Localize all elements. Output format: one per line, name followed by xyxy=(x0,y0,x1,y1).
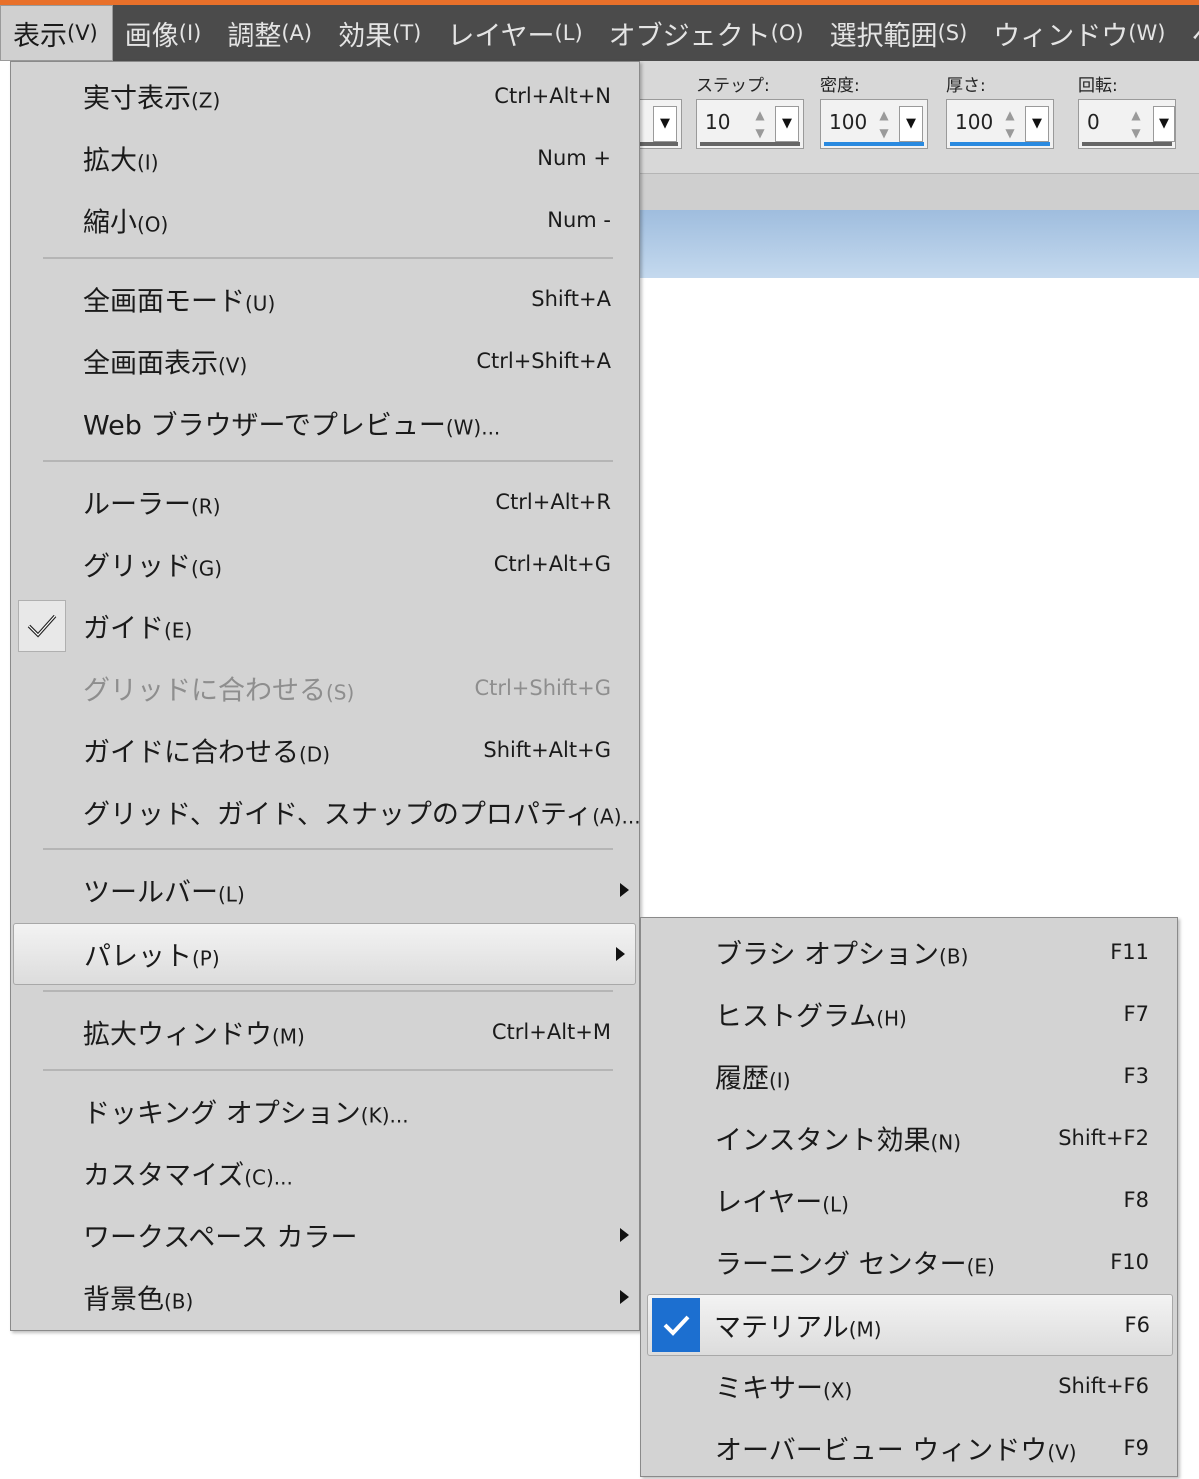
menu-item-actual-size[interactable]: 実寸表示(Z) Ctrl+Alt+N xyxy=(11,65,639,127)
checkmark-icon xyxy=(18,600,66,652)
secondary-toolbar xyxy=(640,173,1199,211)
shortcut: Shift+F6 xyxy=(1058,1374,1149,1398)
shortcut: Ctrl+Alt+R xyxy=(495,490,611,514)
menu-item-magnifier[interactable]: 拡大ウィンドウ(M) Ctrl+Alt+M xyxy=(11,1001,639,1063)
step-label: ステップ: xyxy=(696,76,770,96)
submenu-arrow-icon xyxy=(620,1290,629,1304)
rotation-value[interactable]: 0 xyxy=(1087,110,1100,134)
submenu-item-layers[interactable]: レイヤー(L) F8 xyxy=(641,1169,1177,1231)
density-label: 密度: xyxy=(820,76,860,96)
menu-item-grid[interactable]: グリッド(G) Ctrl+Alt+G xyxy=(11,533,639,595)
menu-item-zoom-in[interactable]: 拡大(I) Num + xyxy=(11,127,639,189)
submenu-item-histogram[interactable]: ヒストグラム(H) F7 xyxy=(641,983,1177,1045)
shortcut: F8 xyxy=(1123,1188,1149,1212)
menu-objects[interactable]: オブジェクト (O) xyxy=(597,5,818,61)
menu-adjust[interactable]: 調整 (A) xyxy=(215,5,326,61)
submenu-item-materials[interactable]: マテリアル(M) F6 xyxy=(647,1294,1173,1356)
submenu-item-learning-center[interactable]: ラーニング センター(E) F10 xyxy=(641,1231,1177,1293)
menu-help[interactable]: ヘ xyxy=(1179,5,1199,61)
menu-item-workspace-color[interactable]: ワークスペース カラー xyxy=(11,1204,639,1266)
submenu-arrow-icon xyxy=(616,947,625,961)
menu-separator xyxy=(43,460,613,462)
menu-layers[interactable]: レイヤー (L) xyxy=(435,5,596,61)
shortcut: F6 xyxy=(1124,1313,1150,1337)
dropdown-arrow-icon[interactable]: ▼ xyxy=(653,106,677,142)
submenu-item-instant-effects[interactable]: インスタント効果(N) Shift+F2 xyxy=(641,1107,1177,1169)
shortcut: F11 xyxy=(1110,940,1149,964)
menu-selections[interactable]: 選択範囲 (S) xyxy=(818,5,982,61)
menu-image[interactable]: 画像 (I) xyxy=(113,5,216,61)
menu-item-palettes[interactable]: パレット(P) xyxy=(13,923,636,985)
shortcut: Shift+Alt+G xyxy=(483,738,611,762)
shortcut: F3 xyxy=(1123,1064,1149,1088)
submenu-item-brush-options[interactable]: ブラシ オプション(B) F11 xyxy=(641,921,1177,983)
rotation-spinner[interactable]: 0 ▲ ▼ ▼ xyxy=(1078,99,1176,149)
menu-item-customize[interactable]: カスタマイズ(C)... xyxy=(11,1142,639,1204)
shortcut: Ctrl+Alt+G xyxy=(493,552,611,576)
menu-bar: 表示 (V) 画像 (I) 調整 (A) 効果 (T) レイヤー (L) オブジェクト (O… xyxy=(0,5,1199,61)
spin-arrows-icon[interactable]: ▲ ▼ xyxy=(751,106,769,144)
thickness-label: 厚さ: xyxy=(946,76,986,96)
shortcut: Shift+F2 xyxy=(1058,1126,1149,1150)
menu-separator xyxy=(43,1069,613,1071)
menu-item-grid-guide-snap-properties[interactable]: グリッド、ガイド、スナップのプロパティ(A)... xyxy=(11,781,641,843)
rotation-label: 回転: xyxy=(1078,76,1118,96)
shortcut: F7 xyxy=(1123,1002,1149,1026)
submenu-arrow-icon xyxy=(620,883,629,897)
shortcut: F9 xyxy=(1123,1436,1149,1460)
menu-item-snap-to-guides[interactable]: ガイドに合わせる(D) Shift+Alt+G xyxy=(11,719,639,781)
density-spinner[interactable]: 100 ▲ ▼ ▼ xyxy=(820,99,928,149)
shortcut: Ctrl+Shift+A xyxy=(476,349,611,373)
menu-item-rulers[interactable]: ルーラー(R) Ctrl+Alt+R xyxy=(11,471,639,533)
dropdown-arrow-icon[interactable]: ▼ xyxy=(899,106,923,142)
menu-separator xyxy=(43,848,613,850)
menu-effects[interactable]: 効果 (T) xyxy=(326,5,435,61)
menu-item-snap-to-grid: グリッドに合わせる(S) Ctrl+Shift+G xyxy=(83,675,611,707)
submenu-arrow-icon xyxy=(620,1228,629,1242)
menu-item-web-preview[interactable]: Web ブラウザーでプレビュー(W)... xyxy=(11,392,639,454)
dropdown-arrow-icon[interactable]: ▼ xyxy=(775,106,799,142)
dropdown-arrow-icon[interactable]: ▼ xyxy=(1153,106,1175,142)
menu-separator xyxy=(43,257,613,259)
submenu-item-mixer[interactable]: ミキサー(X) Shift+F6 xyxy=(641,1355,1177,1417)
view-dropdown-menu: 実寸表示(Z) Ctrl+Alt+N 拡大(I) Num + 縮小(O) Num… xyxy=(10,61,641,1331)
menu-item-toolbars[interactable]: ツールバー(L) xyxy=(11,859,639,921)
tool-options-bar: ▼ ステップ: 10 ▲ ▼ ▼ 密度: 100 ▲ ▼ ▼ 厚さ: 100 ▲ ▼ … xyxy=(630,61,1199,173)
thickness-value[interactable]: 100 xyxy=(955,110,993,134)
menu-item-guides[interactable]: ガイド(E) xyxy=(11,595,639,657)
menu-item-zoom-out[interactable]: 縮小(O) Num - xyxy=(11,189,639,251)
menu-window[interactable]: ウィンドウ (W) xyxy=(981,5,1179,61)
menu-view[interactable]: 表示 (V) xyxy=(0,5,113,61)
menu-item-full-screen-edit[interactable]: 全画面モード(U) Shift+A xyxy=(11,268,639,330)
shortcut: F10 xyxy=(1110,1250,1149,1274)
dropdown-arrow-icon[interactable]: ▼ xyxy=(1025,106,1049,142)
submenu-item-overview-window[interactable]: オーバービュー ウィンドウ(V) F9 xyxy=(641,1417,1177,1479)
menu-separator xyxy=(43,990,613,992)
menu-item-full-screen-preview[interactable]: 全画面表示(V) Ctrl+Shift+A xyxy=(11,330,639,392)
document-title-bar[interactable] xyxy=(640,210,1199,278)
step-value[interactable]: 10 xyxy=(705,110,730,134)
shortcut: Ctrl+Alt+M xyxy=(491,1020,611,1044)
shortcut: Ctrl+Alt+N xyxy=(494,84,611,108)
menu-item-docking-options[interactable]: ドッキング オプション(K)... xyxy=(11,1080,639,1142)
palettes-submenu: ブラシ オプション(B) F11 ヒストグラム(H) F7 履歴(I) F3 イ… xyxy=(640,917,1178,1477)
shortcut: Num - xyxy=(547,208,611,232)
density-value[interactable]: 100 xyxy=(829,110,867,134)
shortcut: Shift+A xyxy=(531,287,611,311)
step-spinner[interactable]: 10 ▲ ▼ ▼ xyxy=(696,99,804,149)
menu-item-background-color[interactable]: 背景色(B) xyxy=(11,1266,639,1328)
checkmark-icon xyxy=(652,1298,700,1352)
shortcut: Ctrl+Shift+G xyxy=(474,676,611,700)
submenu-item-history[interactable]: 履歴(I) F3 xyxy=(641,1045,1177,1107)
spin-arrows-icon[interactable]: ▲ ▼ xyxy=(1127,106,1145,144)
spin-arrows-icon[interactable]: ▲ ▼ xyxy=(1001,106,1019,144)
workspace-edge xyxy=(0,61,10,1471)
shortcut: Num + xyxy=(537,146,611,170)
spin-arrows-icon[interactable]: ▲ ▼ xyxy=(875,106,893,144)
thickness-spinner[interactable]: 100 ▲ ▼ ▼ xyxy=(946,99,1054,149)
